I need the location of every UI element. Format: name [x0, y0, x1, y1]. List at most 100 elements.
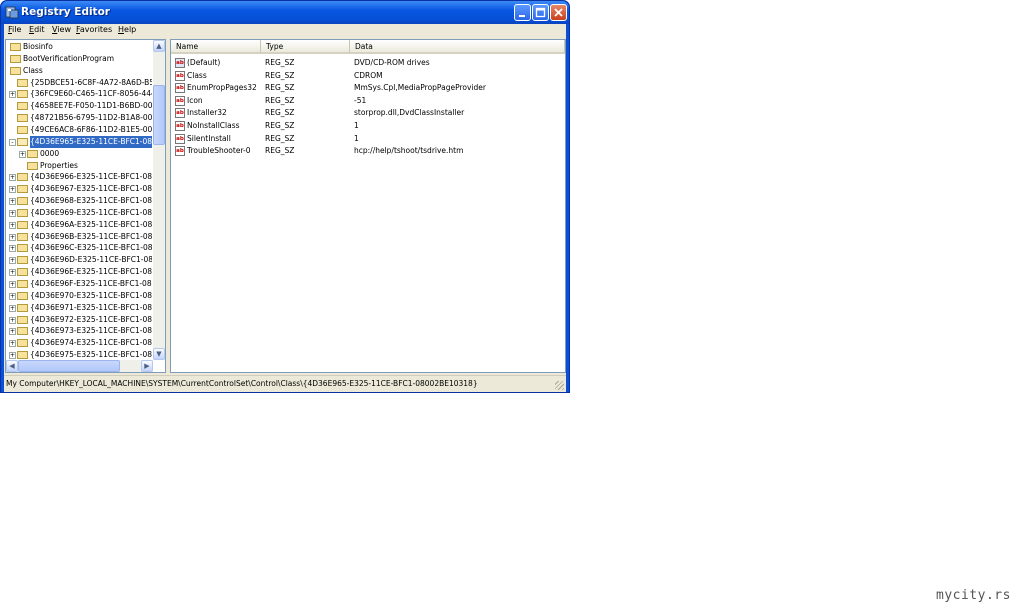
- expand-icon[interactable]: +: [9, 186, 16, 194]
- tree-item[interactable]: + {36FC9E60-C465-11CF-8056-444: [6, 88, 152, 100]
- folder-icon: [10, 66, 21, 75]
- value-row[interactable]: ab Installer32 REG_SZ storprop.dll,DvdClass…: [171, 107, 565, 119]
- tree-horizontal-scrollbar[interactable]: ◀ ▶: [6, 360, 153, 372]
- folder-icon: [17, 280, 28, 288]
- minimize-button[interactable]: [514, 4, 531, 21]
- tree-item-label: {4D36E974-E325-11CE-BFC1-080: [30, 338, 152, 348]
- tree-item[interactable]: Properties: [6, 160, 152, 172]
- tree-item[interactable]: + {4D36E966-E325-11CE-BFC1-080: [6, 171, 152, 183]
- tree-item[interactable]: {49CE6AC8-6F86-11D2-B1E5-008: [6, 124, 152, 136]
- value-list[interactable]: Name Type Data ab (Default) REG_SZ DVD/CD-R…: [170, 39, 566, 373]
- value-data: storprop.dll,DvdClassInstaller: [354, 108, 465, 118]
- column-header-type[interactable]: Type: [261, 40, 350, 54]
- menu-edit[interactable]: Edit: [29, 25, 45, 34]
- folder-icon: [17, 327, 28, 336]
- menu-favorites[interactable]: Favorites: [76, 25, 112, 34]
- tree-item[interactable]: + {4D36E971-E325-11CE-BFC1-080: [6, 302, 152, 314]
- expand-icon[interactable]: +: [9, 233, 16, 241]
- value-row[interactable]: ab EnumPropPages32 REG_SZ MmSys.Cpl,MediaPr…: [171, 82, 565, 94]
- tree-item-label: {4658EE7E-F050-11D1-B6BD-00C: [30, 101, 152, 111]
- expand-icon[interactable]: +: [9, 245, 16, 253]
- folder-icon: [17, 173, 28, 182]
- tree-item[interactable]: + {4D36E96E-E325-11CE-BFC1-080: [6, 266, 152, 278]
- tree-item-label: {4D36E965-E325-11CE-BFC1-080: [30, 135, 152, 148]
- tree-item[interactable]: + {4D36E96D-E325-11CE-BFC1-080: [6, 254, 152, 266]
- menu-view-label: iew: [57, 25, 71, 34]
- value-row[interactable]: ab (Default) REG_SZ DVD/CD-ROM drives: [171, 57, 565, 69]
- folder-icon: [17, 232, 28, 241]
- value-row[interactable]: ab Class REG_SZ CDROM: [171, 70, 565, 82]
- tree-vertical-scrollbar[interactable]: ▲ ▼: [153, 40, 165, 360]
- tree-item[interactable]: + {4D36E968-E325-11CE-BFC1-080: [6, 195, 152, 207]
- tree-item[interactable]: Biosinfo: [6, 41, 152, 53]
- key-tree[interactable]: Biosinfo BootVerificationProgram Class {25D…: [5, 39, 166, 373]
- expand-icon[interactable]: +: [9, 352, 16, 360]
- folder-icon: [17, 185, 28, 194]
- menu-bar: File Edit View Favorites Help: [4, 24, 566, 38]
- tree-item[interactable]: + {4D36E970-E325-11CE-BFC1-080: [6, 290, 152, 302]
- tree-item-label: {4D36E967-E325-11CE-BFC1-080: [30, 184, 152, 194]
- tree-item[interactable]: +0000: [6, 148, 152, 160]
- tree-item[interactable]: {4658EE7E-F050-11D1-B6BD-00C: [6, 100, 152, 112]
- expand-icon[interactable]: +: [9, 281, 16, 288]
- menu-view[interactable]: View: [52, 25, 71, 34]
- resize-grip-icon[interactable]: [555, 381, 564, 390]
- tree-item[interactable]: + {4D36E96A-E325-11CE-BFC1-080: [6, 219, 152, 231]
- value-type: REG_SZ: [265, 95, 295, 105]
- value-row[interactable]: ab NoInstallClass REG_SZ 1: [171, 120, 565, 132]
- menu-help[interactable]: Help: [118, 25, 136, 34]
- tree-item[interactable]: + {4D36E96F-E325-11CE-BFC1-080: [6, 278, 152, 290]
- tree-item-label: {4D36E96C-E325-11CE-BFC1-080: [30, 243, 152, 253]
- tree-item[interactable]: {25DBCE51-6C8F-4A72-8A6D-B54: [6, 77, 152, 89]
- expand-icon[interactable]: +: [9, 209, 16, 217]
- close-button[interactable]: [550, 4, 567, 21]
- tree-item[interactable]: {48721B56-6795-11D2-B1A8-008: [6, 112, 152, 124]
- value-row[interactable]: ab TroubleShooter-0 REG_SZ hcp://help/tshoo…: [171, 145, 565, 157]
- expand-icon[interactable]: +: [9, 269, 16, 277]
- expand-icon[interactable]: +: [9, 198, 16, 206]
- tree-item[interactable]: + {4D36E973-E325-11CE-BFC1-080: [6, 325, 152, 337]
- expand-icon[interactable]: +: [9, 257, 16, 265]
- tree-item[interactable]: + {4D36E967-E325-11CE-BFC1-080: [6, 183, 152, 195]
- column-header-name[interactable]: Name: [171, 40, 261, 54]
- expand-icon[interactable]: +: [9, 316, 16, 324]
- expand-icon[interactable]: +: [9, 340, 16, 348]
- hscroll-thumb[interactable]: [18, 360, 120, 372]
- expand-icon[interactable]: +: [9, 328, 16, 336]
- value-name: Icon: [187, 95, 203, 105]
- tree-item[interactable]: + {4D36E96C-E325-11CE-BFC1-080: [6, 242, 152, 254]
- expand-icon[interactable]: +: [9, 221, 16, 229]
- expand-icon[interactable]: +: [9, 174, 16, 182]
- value-name: Installer32: [187, 108, 227, 118]
- expand-icon[interactable]: +: [9, 91, 16, 99]
- tree-item-label: {4D36E973-E325-11CE-BFC1-080: [30, 326, 152, 336]
- tree-item[interactable]: + {4D36E972-E325-11CE-BFC1-080: [6, 314, 152, 326]
- tree-item[interactable]: + {4D36E974-E325-11CE-BFC1-080: [6, 337, 152, 349]
- registry-editor-icon: [5, 6, 19, 19]
- scroll-up-button[interactable]: ▲: [153, 40, 165, 52]
- column-header-data[interactable]: Data: [350, 40, 565, 54]
- scroll-down-button[interactable]: ▼: [153, 348, 165, 360]
- scroll-thumb[interactable]: [153, 85, 165, 145]
- expand-icon[interactable]: +: [19, 150, 26, 158]
- tree-item[interactable]: + {4D36E96B-E325-11CE-BFC1-080: [6, 231, 152, 243]
- scroll-left-button[interactable]: ◀: [6, 360, 18, 372]
- maximize-icon: [535, 7, 546, 18]
- tree-item[interactable]: Class: [6, 65, 152, 77]
- scroll-right-button[interactable]: ▶: [141, 360, 153, 372]
- expand-icon[interactable]: +: [9, 292, 16, 300]
- status-bar: My Computer\HKEY_LOCAL_MACHINE\SYSTEM\Cu…: [4, 375, 566, 392]
- folder-icon: [17, 291, 28, 300]
- value-row[interactable]: ab Icon REG_SZ -51: [171, 95, 565, 107]
- maximize-button[interactable]: [532, 4, 549, 21]
- value-row[interactable]: ab SilentInstall REG_SZ 1: [171, 133, 565, 145]
- tree-item[interactable]: + {4D36E969-E325-11CE-BFC1-080: [6, 207, 152, 219]
- tree-item-label: {4D36E96A-E325-11CE-BFC1-080: [30, 219, 152, 229]
- menu-file[interactable]: File: [8, 25, 21, 34]
- expand-icon[interactable]: +: [9, 304, 16, 312]
- tree-item[interactable]: BootVerificationProgram: [6, 53, 152, 65]
- title-bar[interactable]: Registry Editor: [1, 1, 569, 24]
- tree-item[interactable]: - {4D36E965-E325-11CE-BFC1-080: [6, 135, 152, 148]
- collapse-icon[interactable]: -: [9, 138, 16, 146]
- value-type: REG_SZ: [265, 58, 295, 67]
